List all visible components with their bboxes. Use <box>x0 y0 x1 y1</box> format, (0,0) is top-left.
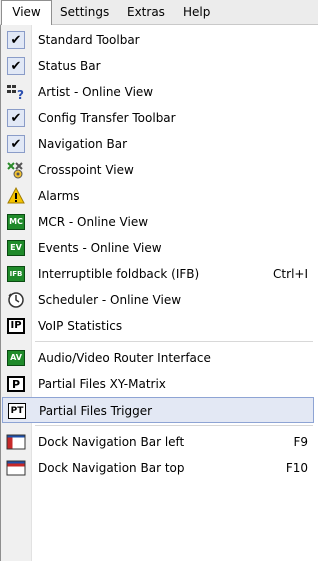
menu-item-label: Crosspoint View <box>38 163 134 177</box>
menu-item-alarms[interactable]: Alarms <box>2 183 314 209</box>
artist-view-icon: ? <box>6 82 26 102</box>
menu-item-dock-nav-left[interactable]: Dock Navigation Bar left F9 <box>2 429 314 455</box>
partial-trigger-icon: PT <box>7 401 27 421</box>
menu-item-label: Config Transfer Toolbar <box>38 111 176 125</box>
menu-item-label: Partial Files Trigger <box>39 404 153 418</box>
check-icon: ✔ <box>6 30 26 50</box>
menu-item-navigation-bar[interactable]: ✔ Navigation Bar <box>2 131 314 157</box>
menu-item-dock-nav-top[interactable]: Dock Navigation Bar top F10 <box>2 455 314 481</box>
menu-view[interactable]: View <box>1 0 52 25</box>
menu-bar: View Settings Extras Help <box>0 0 318 25</box>
menu-item-label: Alarms <box>38 189 80 203</box>
check-icon: ✔ <box>6 134 26 154</box>
ifb-icon: IFB <box>6 264 26 284</box>
menu-item-partial-files-xy-matrix[interactable]: P Partial Files XY-Matrix <box>2 371 314 397</box>
menu-item-shortcut: F9 <box>293 435 308 449</box>
menu-item-events-online-view[interactable]: EV Events - Online View <box>2 235 314 261</box>
menu-item-label: Partial Files XY-Matrix <box>38 377 166 391</box>
view-dropdown-menu: ✔ Standard Toolbar ✔ Status Bar ? Artist… <box>0 25 319 561</box>
menu-item-label: VoIP Statistics <box>38 319 123 333</box>
menu-item-label: Dock Navigation Bar top <box>38 461 185 475</box>
voip-icon: IP <box>6 316 26 336</box>
check-icon: ✔ <box>6 56 26 76</box>
check-icon: ✔ <box>6 108 26 128</box>
menu-item-mcr-online-view[interactable]: MC MCR - Online View <box>2 209 314 235</box>
menu-item-av-router-interface[interactable]: AV Audio/Video Router Interface <box>2 345 314 371</box>
mcr-icon: MC <box>6 212 26 232</box>
menu-item-label: Scheduler - Online View <box>38 293 182 307</box>
dock-left-icon <box>6 432 26 452</box>
menu-item-artist-online-view[interactable]: ? Artist - Online View <box>2 79 314 105</box>
menu-item-label: Audio/Video Router Interface <box>38 351 211 365</box>
menu-item-crosspoint-view[interactable]: Crosspoint View <box>2 157 314 183</box>
menu-help[interactable]: Help <box>183 0 210 24</box>
menu-item-label: Interruptible foldback (IFB) <box>38 267 200 281</box>
menu-item-config-transfer-toolbar[interactable]: ✔ Config Transfer Toolbar <box>2 105 314 131</box>
dock-top-icon <box>6 458 26 478</box>
menu-item-label: Events - Online View <box>38 241 162 255</box>
menu-item-voip-statistics[interactable]: IP VoIP Statistics <box>2 313 314 339</box>
menu-item-label: MCR - Online View <box>38 215 149 229</box>
menu-separator <box>35 425 313 426</box>
crosspoint-icon <box>6 160 26 180</box>
menu-item-shortcut: Ctrl+I <box>273 267 308 281</box>
scheduler-icon <box>6 290 26 310</box>
partial-matrix-icon: P <box>6 374 26 394</box>
menu-item-label: Navigation Bar <box>38 137 128 151</box>
menu-item-scheduler-online-view[interactable]: Scheduler - Online View <box>2 287 314 313</box>
menu-item-standard-toolbar[interactable]: ✔ Standard Toolbar <box>2 27 314 53</box>
menu-item-partial-files-trigger[interactable]: PT Partial Files Trigger <box>2 397 314 423</box>
av-router-icon: AV <box>6 348 26 368</box>
svg-text:?: ? <box>17 88 24 102</box>
menu-item-label: Standard Toolbar <box>38 33 140 47</box>
menu-separator <box>35 341 313 342</box>
menu-item-shortcut: F10 <box>285 461 308 475</box>
menu-item-label: Dock Navigation Bar left <box>38 435 185 449</box>
alarm-icon <box>6 186 26 206</box>
menu-item-ifb[interactable]: IFB Interruptible foldback (IFB) Ctrl+I <box>2 261 314 287</box>
menu-item-label: Artist - Online View <box>38 85 154 99</box>
menu-extras[interactable]: Extras <box>127 0 165 24</box>
events-icon: EV <box>6 238 26 258</box>
menu-item-status-bar[interactable]: ✔ Status Bar <box>2 53 314 79</box>
menu-item-label: Status Bar <box>38 59 101 73</box>
menu-settings[interactable]: Settings <box>60 0 109 24</box>
